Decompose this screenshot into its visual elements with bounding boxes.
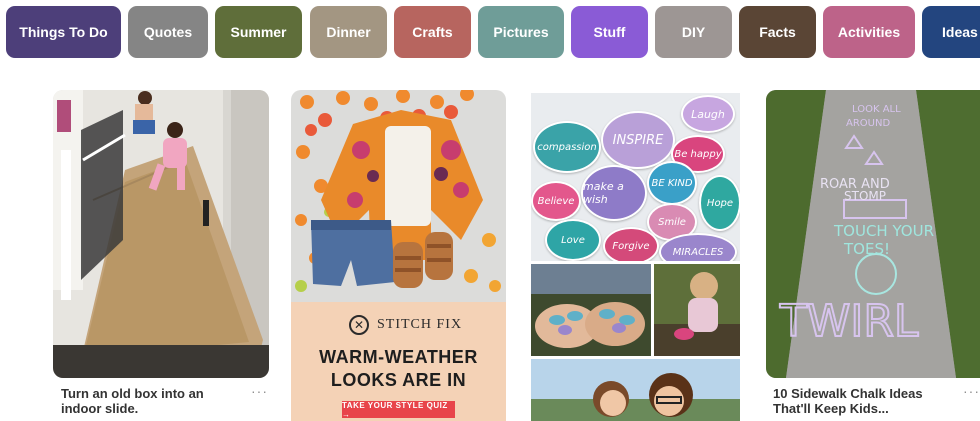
take-style-quiz-button[interactable]: TAKE YOUR STYLE QUIZ →	[342, 401, 455, 419]
pin-caption[interactable]: 10 Sidewalk Chalk Ideas That'll Keep Kid…	[773, 386, 953, 416]
stone: BE KIND	[647, 161, 697, 205]
topic-chip-things-to-do[interactable]: Things To Do	[6, 6, 121, 58]
topic-chip-dinner[interactable]: Dinner	[310, 6, 387, 58]
pin-caption[interactable]: Turn an old box into an indoor slide.	[61, 386, 247, 416]
topic-chip-row: Things To Do Quotes Summer Dinner Crafts…	[0, 0, 980, 70]
topic-chip-crafts[interactable]: Crafts	[394, 6, 471, 58]
topic-chip-activities[interactable]: Activities	[823, 6, 915, 58]
sidewalk-chalk-photo: LOOK ALL AROUND ROAR AND STOMP TOUCH YOU…	[766, 90, 980, 378]
stone: MIRACLES	[659, 233, 737, 261]
topic-chip-stuff[interactable]: Stuff	[571, 6, 648, 58]
topic-chip-summer[interactable]: Summer	[215, 6, 302, 58]
topic-chip-facts[interactable]: Facts	[739, 6, 816, 58]
pin-painted-stones[interactable]: Laugh INSPIRE compassion Be happy Believ…	[528, 90, 743, 421]
stone: Laugh	[681, 95, 735, 133]
stone: compassion	[533, 121, 601, 173]
pin-box-slide[interactable]	[53, 90, 269, 378]
chalk-text-twirl: TWIRL	[779, 296, 919, 347]
stitch-fix-logo-icon: ✕	[349, 315, 369, 335]
topic-chip-pictures[interactable]: Pictures	[478, 6, 564, 58]
topic-chip-quotes[interactable]: Quotes	[128, 6, 208, 58]
stone: Hope	[699, 175, 740, 231]
pin-stitch-fix-ad[interactable]: ✕ STITCH FIX WARM-WEATHER LOOKS ARE IN T…	[291, 90, 506, 421]
two-girls-photo	[531, 359, 740, 421]
chalk-text-toes: TOES!	[843, 240, 890, 258]
kid-placing-stone-photo	[654, 264, 740, 356]
more-options-icon[interactable]: ···	[963, 383, 980, 399]
ad-brand: STITCH FIX	[377, 317, 463, 332]
ad-headline-1: WARM-WEATHER	[319, 347, 478, 367]
topic-chip-diy[interactable]: DIY	[655, 6, 732, 58]
stones-photo: Laugh INSPIRE compassion Be happy Believ…	[531, 93, 740, 261]
box-slide-photo	[53, 90, 269, 378]
svg-text:AROUND: AROUND	[846, 118, 890, 129]
hands-holding-stones-photo	[531, 264, 651, 356]
pin-sidewalk-chalk[interactable]: LOOK ALL AROUND ROAR AND STOMP TOUCH YOU…	[766, 90, 980, 378]
stone: Love	[545, 219, 601, 261]
stone: make a wish	[581, 165, 647, 221]
stone: INSPIRE	[601, 111, 675, 169]
svg-text:LOOK ALL: LOOK ALL	[852, 104, 901, 115]
topic-chip-ideas[interactable]: Ideas	[922, 6, 980, 58]
stone: Believe	[531, 181, 581, 221]
stone: Forgive	[603, 227, 659, 261]
more-options-icon[interactable]: ···	[251, 383, 268, 399]
outfit-flatlay-photo	[291, 90, 506, 302]
chalk-text-touch: TOUCH YOUR	[833, 222, 934, 240]
ad-banner: ✕ STITCH FIX WARM-WEATHER LOOKS ARE IN T…	[291, 302, 506, 421]
chalk-text-stomp: STOMP	[844, 189, 886, 203]
ad-headline-2: LOOKS ARE IN	[330, 370, 467, 390]
